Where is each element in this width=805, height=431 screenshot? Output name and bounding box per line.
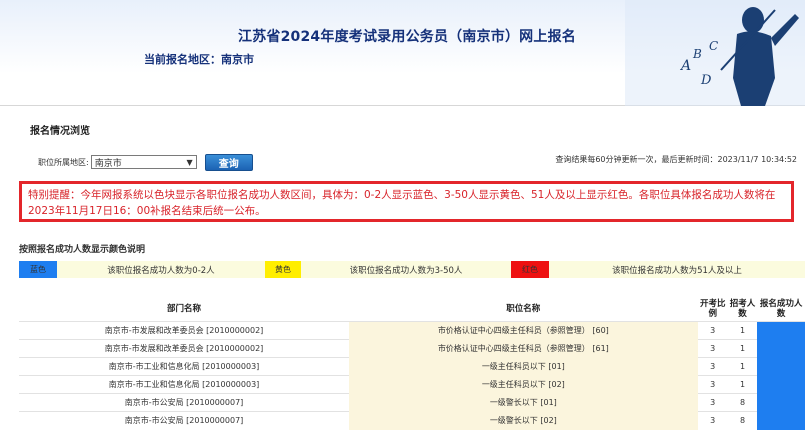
table-row: 南京市-市公安局 [2010000007] 一级警长以下 [02] 3 8 (19, 411, 805, 430)
ratio-cell: 3 (710, 344, 716, 353)
ratio-cell: 3 (710, 416, 716, 425)
position-cell: 一级警长以下 [02] (349, 411, 698, 430)
success-color-cell (757, 393, 805, 412)
svg-text:D: D (700, 73, 712, 88)
svg-text:A: A (679, 58, 691, 74)
quota-cell: 1 (739, 362, 746, 371)
legend-row: 蓝色 该职位报名成功人数为0-2人 黄色 该职位报名成功人数为3-50人 红色 … (19, 261, 805, 278)
filter-row: 职位所属地区: 南京市 ▼ 查询 (38, 153, 253, 171)
legend-text-red: 该职位报名成功人数为51人及以上 (549, 261, 805, 278)
dept-cell: 南京市-市发展和改革委员会 [2010000002] (104, 344, 264, 353)
table-row: 南京市-市公安局 [2010000007] 一级警长以下 [01] 3 8 (19, 393, 805, 412)
header-success: 报名成功人数 (759, 298, 803, 319)
query-button[interactable]: 查询 (204, 153, 253, 171)
current-region: 当前报名地区：南京市 (144, 53, 254, 66)
dept-cell: 南京市-市发展和改革委员会 [2010000002] (104, 326, 264, 335)
legend-swatch-blue: 蓝色 (19, 261, 57, 278)
dept-cell: 南京市-市公安局 [2010000007] (124, 416, 244, 425)
dept-cell: 南京市-市工业和信息化局 [2010000003] (108, 362, 260, 371)
success-color-cell (757, 357, 805, 376)
region-select-value: 南京市 (94, 158, 122, 169)
quota-cell: 8 (739, 416, 746, 425)
update-info: 查询结果每60分钟更新一次，最后更新时间：2023/11/7 10:34:52 (555, 155, 797, 164)
success-color-cell (757, 321, 805, 340)
legend-text-blue: 该职位报名成功人数为0-2人 (57, 261, 265, 278)
position-cell: 一级主任科员以下 [01] (349, 357, 698, 376)
ratio-cell: 3 (710, 380, 716, 389)
success-color-cell (757, 411, 805, 430)
header-figure-icon: A B C D (625, 0, 805, 106)
page-title: 江苏省2024年度考试录用公务员（南京市）网上报名 (238, 29, 576, 45)
quota-cell: 1 (739, 344, 746, 353)
table-row: 南京市-市发展和改革委员会 [2010000002] 市价格认证中心四级主任科员（… (19, 321, 805, 340)
header-quota: 招考人数 (729, 298, 756, 319)
section-title: 报名情况浏览 (30, 126, 90, 137)
position-cell: 市价格认证中心四级主任科员（参照管理） [60] (349, 321, 698, 340)
legend-text-yellow: 该职位报名成功人数为3-50人 (301, 261, 511, 278)
positions-table: 部门名称 职位名称 开考比例 招考人数 报名成功人数 南京市-市发展和改革委员会… (19, 296, 805, 430)
position-cell: 市价格认证中心四级主任科员（参照管理） [61] (349, 339, 698, 358)
header-ratio: 开考比例 (699, 298, 726, 319)
table-row: 南京市-市发展和改革委员会 [2010000002] 市价格认证中心四级主任科员（… (19, 339, 805, 358)
dept-cell: 南京市-市工业和信息化局 [2010000003] (108, 380, 260, 389)
table-row: 南京市-市工业和信息化局 [2010000003] 一级主任科员以下 [02] 3 1 (19, 375, 805, 394)
quota-cell: 8 (739, 398, 746, 407)
region-filter-label: 职位所属地区: (38, 157, 89, 167)
table-header: 部门名称 职位名称 开考比例 招考人数 报名成功人数 (19, 296, 805, 321)
table-row: 南京市-市工业和信息化局 [2010000003] 一级主任科员以下 [01] 3 1 (19, 357, 805, 376)
header-dept: 部门名称 (167, 303, 202, 314)
ratio-cell: 3 (710, 326, 716, 335)
quota-cell: 1 (739, 380, 746, 389)
success-color-cell (757, 339, 805, 358)
legend-title: 按照报名成功人数显示颜色说明 (19, 245, 146, 255)
chevron-down-icon: ▼ (186, 157, 193, 167)
svg-text:B: B (692, 47, 702, 61)
legend-swatch-red: 红色 (511, 261, 549, 278)
ratio-cell: 3 (710, 362, 716, 371)
legend-swatch-yellow: 黄色 (265, 261, 301, 278)
ratio-cell: 3 (710, 398, 716, 407)
header-position: 职位名称 (506, 303, 541, 314)
region-select[interactable]: 南京市 ▼ (90, 155, 197, 169)
dept-cell: 南京市-市公安局 [2010000007] (124, 398, 244, 407)
position-cell: 一级警长以下 [01] (349, 393, 698, 412)
success-color-cell (757, 375, 805, 394)
notice-box: 特别提醒：今年网报系统以色块显示各职位报名成功人数区间，具体为：0-2人显示蓝色… (19, 181, 794, 222)
position-cell: 一级主任科员以下 [02] (349, 375, 698, 394)
svg-text:C: C (709, 39, 718, 53)
header-banner: 江苏省2024年度考试录用公务员（南京市）网上报名 当前报名地区：南京市 A B… (0, 0, 805, 106)
quota-cell: 1 (739, 326, 746, 335)
